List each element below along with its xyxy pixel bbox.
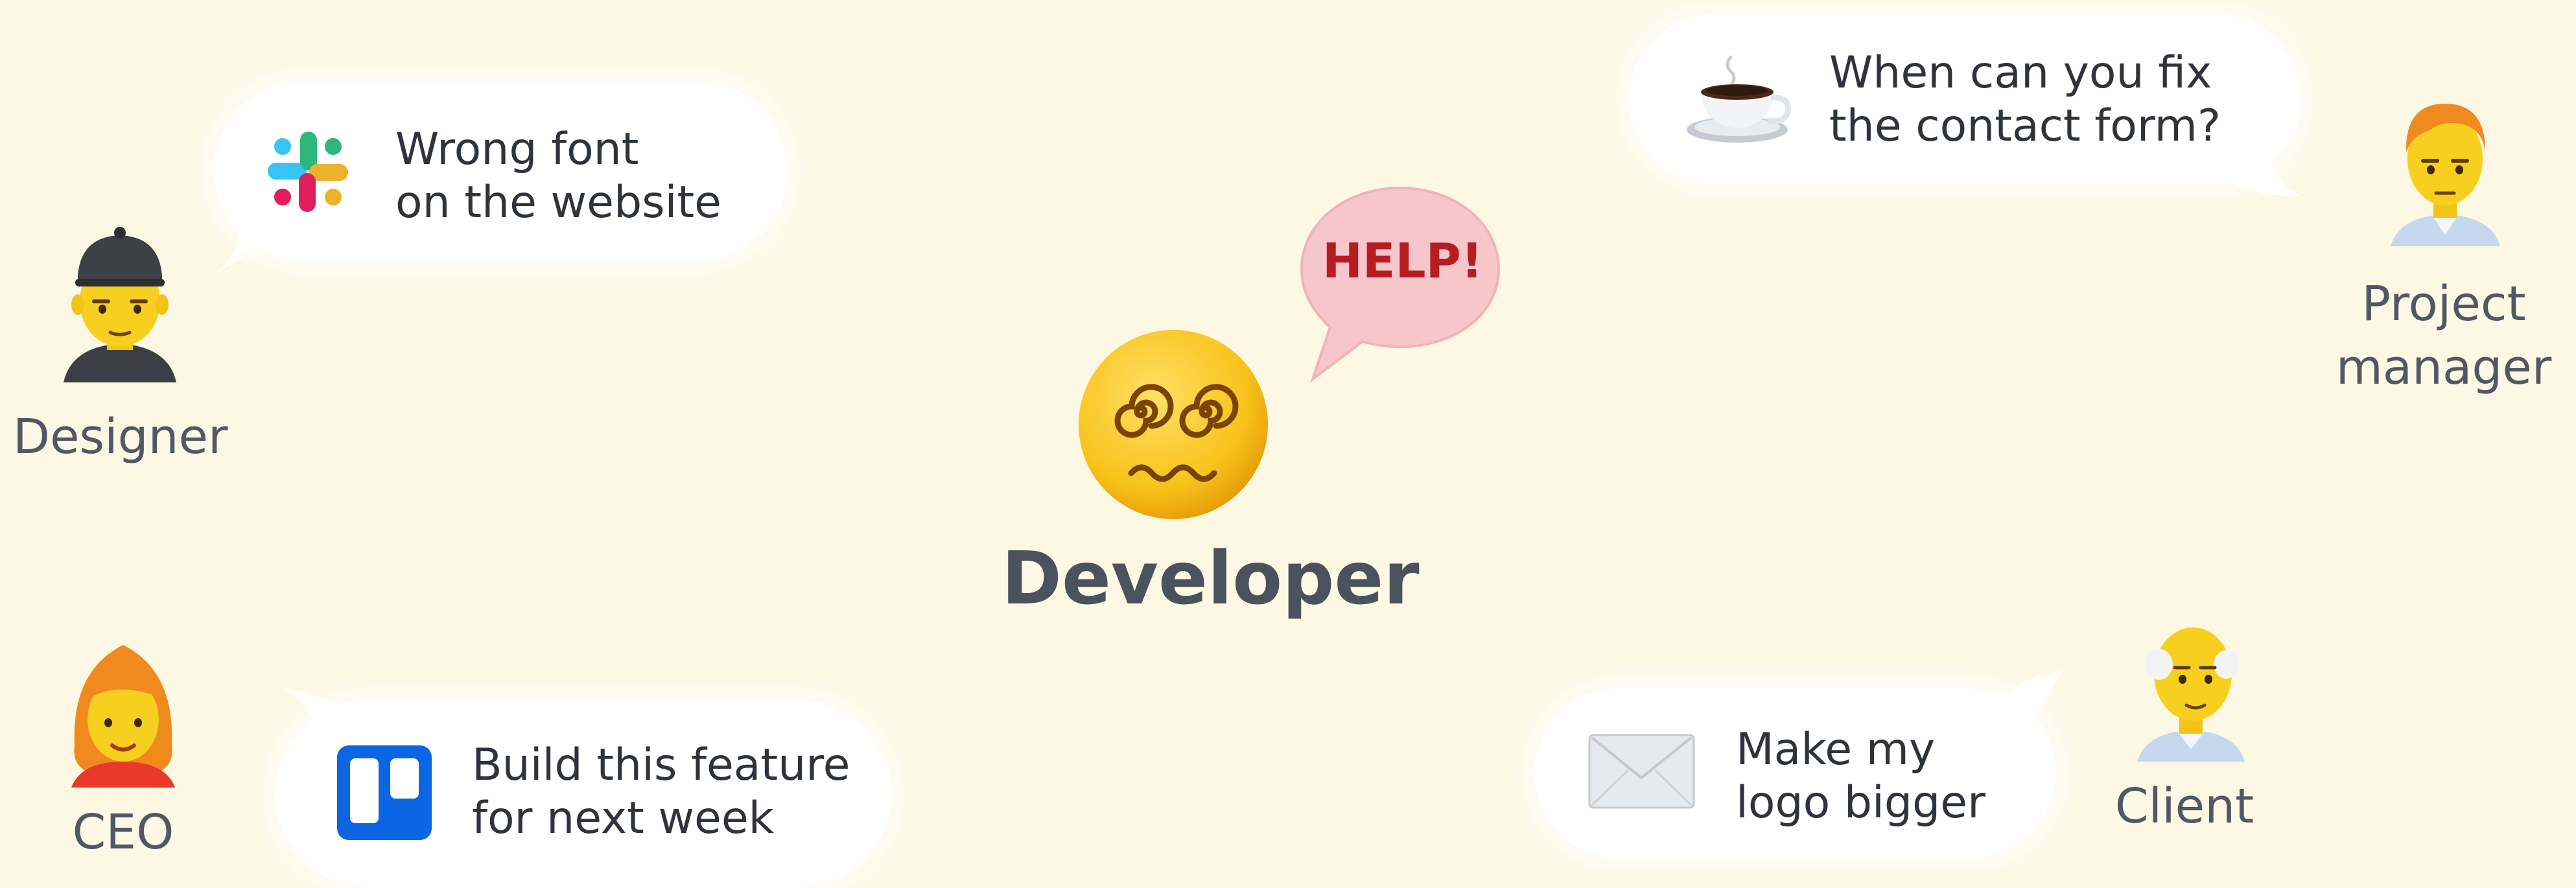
envelope-icon [1588, 734, 1695, 809]
client-label: Client [2114, 778, 2254, 834]
trello-icon [337, 745, 432, 840]
ceo-label: CEO [72, 804, 174, 860]
project-manager-label-line-2: manager [2336, 340, 2552, 395]
developer-label: Developer [1001, 537, 1420, 621]
designer-label: Designer [13, 409, 228, 465]
client-message-line-1: Make my [1736, 724, 1936, 775]
slack-icon [268, 132, 348, 212]
client-message-line-2: logo bigger [1736, 777, 1986, 828]
ceo-message-text: Build this feature for next week [472, 739, 850, 845]
ceo-message-line-2: for next week [472, 793, 775, 844]
dizzy-face-icon [1079, 330, 1268, 519]
ceo-avatar-icon [71, 645, 175, 788]
project-manager-message-text: When can you fix the contact form? [1829, 47, 2221, 153]
designer-message-line-2: on the website [395, 177, 721, 228]
project-manager-message-line-2: the contact form? [1829, 100, 2221, 152]
client-message-text: Make my logo bigger [1736, 723, 1985, 830]
coffee-icon [1687, 55, 1791, 143]
project-manager-message-line-1: When can you fix [1829, 47, 2212, 99]
project-manager-label-line-1: Project [2361, 276, 2526, 332]
client-avatar-icon [2137, 627, 2245, 762]
designer-message-text: Wrong font on the website [395, 123, 721, 229]
designer-message-line-1: Wrong font [395, 124, 639, 175]
project-manager-avatar-icon [2391, 104, 2500, 246]
ceo-message-line-1: Build this feature [472, 740, 850, 791]
project-manager-label: Project manager [2321, 272, 2567, 399]
help-bubble-text: HELP! [1322, 233, 1483, 289]
designer-avatar-icon [64, 227, 176, 382]
